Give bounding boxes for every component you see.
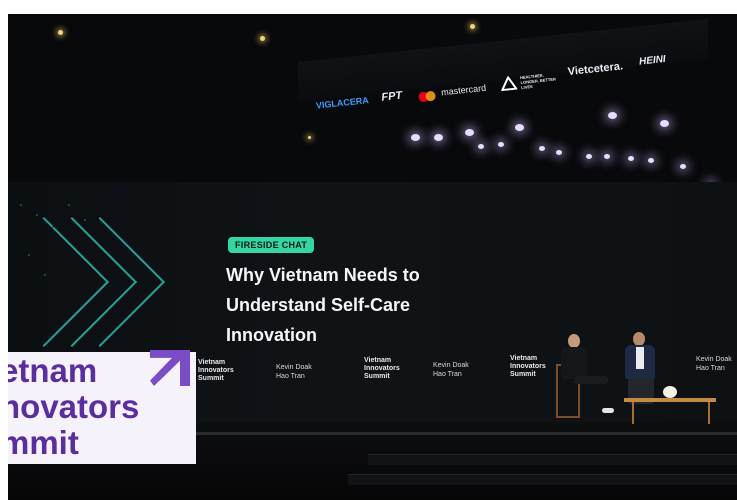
- stage-light: [648, 158, 654, 163]
- stage-light: [411, 134, 420, 141]
- brand-sign-line: etnam: [8, 352, 98, 389]
- talk-title-line: Innovation: [226, 325, 317, 345]
- summit-logo-line: Innovators: [364, 365, 400, 372]
- sponsor-viglacera: VIGLACERA: [315, 95, 370, 111]
- speaker-shoe: [602, 408, 614, 413]
- summit-logo-line: Innovators: [198, 367, 234, 374]
- speaker-shirt: [636, 347, 644, 369]
- speaker-name: Kevin Doak: [276, 364, 312, 371]
- speaker-name: Hao Tran: [696, 365, 725, 372]
- stage-light: [478, 144, 484, 149]
- grid-dot: [52, 226, 54, 228]
- grid-dot: [68, 204, 70, 206]
- summit-logo-line: Vietnam: [198, 359, 226, 366]
- aia-logo-icon: [500, 75, 519, 92]
- stage-light: [680, 164, 686, 169]
- grid-dot: [84, 219, 86, 221]
- summit-logo-line: Summit: [364, 373, 390, 380]
- stage-light: [498, 142, 504, 147]
- ceiling-light: [470, 24, 475, 29]
- fireside-chat-badge: FIRESIDE CHAT: [228, 237, 315, 253]
- summit-logo-small: Vietnam Innovators Summit: [364, 357, 400, 381]
- stage-light: [660, 120, 669, 127]
- table-leg: [708, 402, 710, 424]
- event-photo: VIGLACERA FPT mastercard HEALTHIER. LONG…: [8, 14, 737, 500]
- stage-light: [608, 112, 617, 119]
- brand-sign-line: novators: [8, 388, 140, 425]
- speaker-head: [633, 332, 645, 346]
- speaker-name: Kevin Doak: [433, 362, 469, 369]
- speaker-torso: [561, 347, 587, 379]
- coffee-table: [624, 398, 716, 402]
- stage-light: [604, 154, 610, 159]
- ceiling-light: [308, 136, 311, 139]
- stage-light: [556, 150, 562, 155]
- speaker-head: [568, 334, 580, 348]
- flower-vase: [663, 386, 677, 398]
- sponsor-fpt: FPT: [380, 89, 403, 104]
- sponsor-vietcetera: Vietcetera.: [567, 60, 624, 79]
- talk-title-line: Why Vietnam Needs to: [226, 265, 420, 285]
- grid-dot: [28, 254, 30, 256]
- summit-logo-line: Vietnam: [510, 355, 538, 362]
- speaker-name: Hao Tran: [433, 371, 462, 378]
- sponsor-aia: HEALTHIER. LONGER. BETTER LIVES: [519, 72, 557, 91]
- stage-light: [586, 154, 592, 159]
- grid-dot: [36, 214, 38, 216]
- sponsor-heini: HEINI: [638, 53, 667, 68]
- talk-title: Why Vietnam Needs to Understand Self-Car…: [226, 260, 526, 350]
- speaker-names: Kevin Doak Hao Tran: [433, 361, 469, 379]
- stage-light: [628, 156, 634, 161]
- table-leg: [632, 402, 634, 424]
- stage-light: [539, 146, 545, 151]
- speaker-legs: [574, 376, 608, 384]
- summit-logo-line: Summit: [510, 371, 536, 378]
- stage-light: [434, 134, 443, 141]
- stage-light: [515, 124, 524, 131]
- summit-logo-small: Vietnam Innovators Summit: [198, 359, 234, 383]
- summit-logo-line: Summit: [198, 375, 224, 382]
- summit-logo-line: Vietnam: [364, 357, 392, 364]
- speaker-names: Kevin Doak Hao Tran: [696, 355, 732, 373]
- speaker-name: Kevin Doak: [696, 356, 732, 363]
- mastercard-logo-icon: [417, 88, 438, 102]
- stage-step: [368, 454, 737, 465]
- sponsor-row: VIGLACERA FPT mastercard HEALTHIER. LONG…: [297, 14, 722, 126]
- speaker-name: Hao Tran: [276, 373, 305, 380]
- arrow-icon: [150, 350, 190, 386]
- summit-logo-small: Vietnam Innovators Summit: [510, 355, 546, 379]
- grid-dot: [20, 204, 22, 206]
- ceiling-light: [58, 30, 63, 35]
- summit-logo-line: Innovators: [510, 363, 546, 370]
- stage-light: [465, 129, 474, 136]
- brand-sign-line: mmit: [8, 424, 79, 461]
- ceiling-light: [260, 36, 265, 41]
- speaker-names: Kevin Doak Hao Tran: [276, 363, 312, 381]
- summit-brand-sign: etnam novators mmit: [8, 350, 196, 464]
- sponsor-mastercard: mastercard: [440, 82, 487, 98]
- grid-dot: [44, 274, 46, 276]
- talk-title-line: Understand Self-Care: [226, 295, 411, 315]
- stage-step: [348, 474, 737, 485]
